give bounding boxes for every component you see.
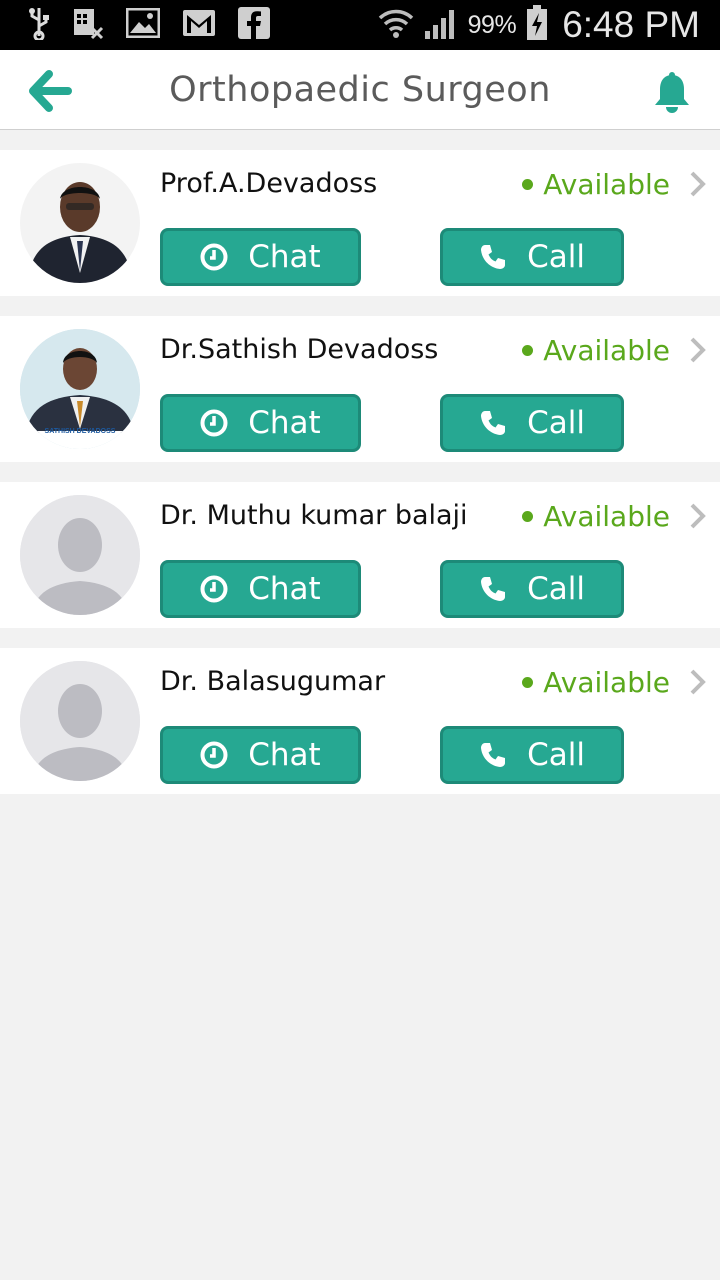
doctor-avatar-placeholder xyxy=(20,661,140,781)
app-header: Orthopaedic Surgeon xyxy=(0,50,720,130)
chevron-right-icon[interactable] xyxy=(688,336,708,364)
call-button-label: Call xyxy=(527,737,585,773)
chat-button-label: Chat xyxy=(248,737,321,773)
call-button[interactable]: Call xyxy=(440,394,624,452)
status-dot xyxy=(522,345,534,356)
availability-status: Available xyxy=(522,500,670,533)
back-button[interactable] xyxy=(28,70,72,112)
clock-icon xyxy=(200,741,228,769)
status-dot xyxy=(522,511,534,522)
wifi-icon xyxy=(378,6,414,45)
phone-icon xyxy=(481,743,506,767)
call-button-label: Call xyxy=(527,571,585,607)
signal-icon xyxy=(424,7,458,44)
call-button-label: Call xyxy=(527,239,585,275)
doctor-name: Dr. Muthu kumar balaji xyxy=(160,500,468,531)
doctor-name: Dr.Sathish Devadoss xyxy=(160,334,439,365)
arrow-left-icon xyxy=(29,70,72,112)
availability-status: Available xyxy=(522,334,670,367)
chat-button-label: Chat xyxy=(248,571,321,607)
call-button[interactable]: Call xyxy=(440,726,624,784)
doctor-name: Prof.A.Devadoss xyxy=(160,168,378,199)
chat-button[interactable]: Chat xyxy=(160,726,361,784)
battery-percentage: 99% xyxy=(467,10,517,39)
calendar-cancel-icon xyxy=(72,6,104,45)
user-placeholder-icon xyxy=(20,661,140,781)
phone-icon xyxy=(481,411,506,435)
doctor-card[interactable]: Dr. Balasugumar Available Chat Call xyxy=(0,648,720,794)
status-dot xyxy=(522,179,534,190)
doctor-avatar-placeholder xyxy=(20,495,140,615)
clock-icon xyxy=(200,575,228,603)
doctor-list: Prof.A.Devadoss Available Chat Call SATH… xyxy=(0,150,720,814)
status-label: Available xyxy=(543,666,670,699)
clock-icon xyxy=(200,409,228,437)
doctor-avatar: SATHISH DEVADOSS xyxy=(20,329,140,449)
chevron-right-icon[interactable] xyxy=(688,502,708,530)
availability-status: Available xyxy=(522,666,670,699)
chat-button[interactable]: Chat xyxy=(160,394,361,452)
chevron-right-icon[interactable] xyxy=(688,170,708,198)
doctor-card[interactable]: Dr. Muthu kumar balaji Available Chat Ca… xyxy=(0,482,720,628)
status-bar-time: 6:48 PM xyxy=(562,4,700,45)
status-label: Available xyxy=(543,334,670,367)
chat-button[interactable]: Chat xyxy=(160,560,361,618)
status-bar-system: 99% 6:48 PM xyxy=(378,4,700,46)
page-title: Orthopaedic Surgeon xyxy=(169,70,551,110)
status-bar: 99% 6:48 PM xyxy=(0,0,720,50)
phone-icon xyxy=(481,245,506,269)
doctor-name: Dr. Balasugumar xyxy=(160,666,386,697)
image-icon xyxy=(125,7,161,43)
chat-button-label: Chat xyxy=(248,239,321,275)
call-button-label: Call xyxy=(527,405,585,441)
doctor-avatar xyxy=(20,163,140,283)
chat-button-label: Chat xyxy=(248,405,321,441)
doctor-card[interactable]: SATHISH DEVADOSS Dr.Sathish Devadoss Ava… xyxy=(0,316,720,462)
chat-button[interactable]: Chat xyxy=(160,228,361,286)
status-label: Available xyxy=(543,500,670,533)
call-button[interactable]: Call xyxy=(440,560,624,618)
facebook-icon xyxy=(238,6,270,44)
status-dot xyxy=(522,677,534,688)
usb-icon xyxy=(28,6,50,45)
status-label: Available xyxy=(543,168,670,201)
chevron-right-icon[interactable] xyxy=(688,668,708,696)
call-button[interactable]: Call xyxy=(440,228,624,286)
user-placeholder-icon xyxy=(20,495,140,615)
battery-charging-icon xyxy=(526,4,548,46)
availability-status: Available xyxy=(522,168,670,201)
gmail-icon xyxy=(182,9,216,42)
avatar-caption: SATHISH DEVADOSS xyxy=(44,428,116,435)
status-bar-notifications xyxy=(28,6,270,45)
notifications-button[interactable] xyxy=(652,72,692,114)
bell-icon xyxy=(655,72,689,113)
doctor-card[interactable]: Prof.A.Devadoss Available Chat Call xyxy=(0,150,720,296)
phone-icon xyxy=(481,577,506,601)
clock-icon xyxy=(200,243,228,271)
